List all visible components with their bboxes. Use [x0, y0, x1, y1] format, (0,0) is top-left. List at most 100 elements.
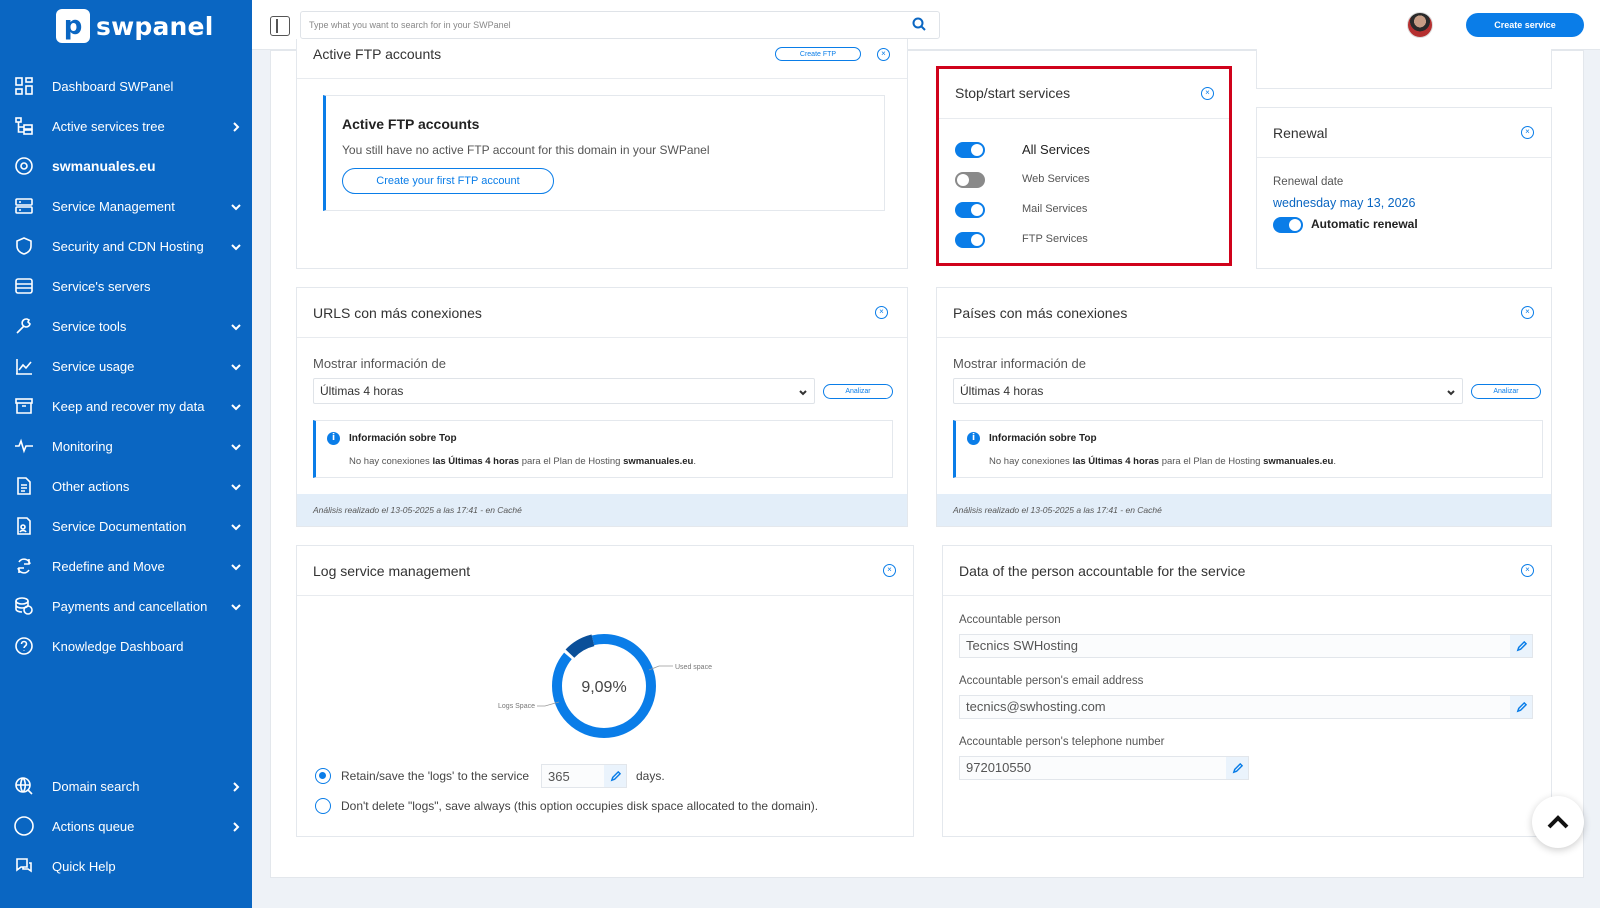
select-value: Últimas 4 horas — [960, 384, 1044, 398]
main-content: Active FTP accounts Create FTP × Active … — [270, 39, 1584, 878]
toggle-all-services[interactable] — [955, 142, 985, 158]
accountable-email-field[interactable]: tecnics@swhosting.com — [959, 695, 1533, 719]
sidebar-item-payments[interactable]: Payments and cancellation — [0, 586, 252, 626]
chevron-right-icon — [230, 820, 242, 832]
chevron-down-icon — [230, 200, 242, 212]
edit-icon[interactable] — [1510, 635, 1532, 657]
close-icon[interactable]: × — [875, 306, 888, 319]
server-icon — [14, 196, 34, 216]
all-services-label: All Services — [1022, 142, 1090, 157]
help-icon — [14, 636, 34, 656]
chevron-down-icon — [230, 360, 242, 372]
close-icon[interactable]: × — [1521, 306, 1534, 319]
search-input[interactable]: Type what you want to search for in your… — [300, 11, 940, 39]
accountable-email-label: Accountable person's email address — [959, 675, 1144, 687]
ftp-card-title: Active FTP accounts — [313, 46, 442, 62]
renewal-card: Renewal × Renewal date wednesday may 13,… — [1256, 107, 1552, 269]
log-management-card: Log service management × 9,09% Used spac… — [296, 545, 914, 837]
sidebar-item-label: Service's servers — [52, 278, 151, 294]
usage-donut-chart: 9,09% Used space Logs Space — [498, 633, 712, 739]
toggle-ftp-services[interactable] — [955, 232, 985, 248]
sidebar-item-service-tools[interactable]: Service tools — [0, 306, 252, 346]
refresh-icon — [14, 556, 34, 576]
dashboard-icon — [14, 76, 34, 96]
close-icon[interactable]: × — [1201, 87, 1214, 100]
swpanel-logo[interactable]: p swpanel — [56, 8, 213, 44]
chevron-right-icon — [230, 120, 242, 132]
sidebar-item-label: Quick Help — [52, 858, 116, 874]
chevron-down-icon — [1446, 387, 1456, 397]
close-icon[interactable]: × — [883, 564, 896, 577]
sidebar-item-label: Redefine and Move — [52, 558, 165, 574]
sidebar-item-other-actions[interactable]: Other actions — [0, 466, 252, 506]
sidebar-item-label: Dashboard SWPanel — [52, 78, 174, 94]
sidebar-item-service-documentation[interactable]: Service Documentation — [0, 506, 252, 546]
sidebar-item-label: Service usage — [52, 358, 135, 374]
toggle-mail-services[interactable] — [955, 202, 985, 218]
sidebar-item-service-management[interactable]: Service Management — [0, 186, 252, 226]
renewal-date-value: wednesday may 13, 2026 — [1273, 196, 1416, 210]
sidebar-item-service-usage[interactable]: Service usage — [0, 346, 252, 386]
accountable-person-value: Tecnics SWHosting — [966, 638, 1078, 653]
chevron-down-icon — [230, 320, 242, 332]
sidebar-item-active-services-tree[interactable]: Active services tree — [0, 106, 252, 146]
edit-icon[interactable] — [1226, 757, 1248, 779]
chevron-down-icon — [230, 600, 242, 612]
ftp-card: Active FTP accounts Create FTP × Active … — [296, 39, 908, 269]
edit-icon[interactable] — [604, 765, 626, 787]
sidebar-item-actions-queue[interactable]: Actions queue — [0, 806, 252, 846]
sidebar-item-label: Monitoring — [52, 438, 113, 454]
urls-period-select[interactable]: Últimas 4 horas — [313, 378, 815, 404]
accountable-person-field[interactable]: Tecnics SWHosting — [959, 634, 1533, 658]
info-text: No hay conexiones las Últimas 4 horas pa… — [349, 456, 696, 467]
never-delete-logs-radio[interactable] — [315, 798, 331, 814]
collapse-sidebar-button[interactable] — [270, 16, 290, 36]
never-delete-logs-label: Don't delete "logs", save always (this o… — [341, 799, 819, 813]
create-first-ftp-button[interactable]: Create your first FTP account — [342, 168, 554, 194]
toggle-automatic-renewal[interactable] — [1273, 217, 1303, 233]
sidebar-item-domain[interactable]: swmanuales.eu — [0, 146, 252, 186]
toggle-web-services[interactable] — [955, 172, 985, 188]
select-value: Últimas 4 horas — [320, 384, 404, 398]
sidebar-item-quick-help[interactable]: Quick Help — [0, 846, 252, 886]
tools-icon — [14, 316, 34, 336]
stop-start-card: Stop/start services × All Services Web S… — [936, 66, 1232, 266]
web-services-label: Web Services — [1022, 173, 1090, 185]
accountable-phone-field[interactable]: 972010550 — [959, 756, 1249, 780]
scroll-to-top-button[interactable] — [1532, 796, 1584, 848]
close-icon[interactable]: × — [1521, 126, 1534, 139]
sidebar-item-redefine-move[interactable]: Redefine and Move — [0, 546, 252, 586]
coins-icon — [14, 596, 34, 616]
stop-start-title: Stop/start services — [955, 85, 1071, 101]
sidebar-item-label: Service tools — [52, 318, 127, 334]
sidebar-item-keep-recover[interactable]: Keep and recover my data — [0, 386, 252, 426]
sidebar-item-dashboard[interactable]: Dashboard SWPanel — [0, 66, 252, 106]
chat-icon — [14, 856, 34, 876]
sidebar-item-monitoring[interactable]: Monitoring — [0, 426, 252, 466]
edit-icon[interactable] — [1510, 696, 1532, 718]
chevron-up-icon — [1547, 815, 1569, 829]
globe-icon — [14, 156, 34, 176]
search-icon[interactable] — [912, 17, 926, 31]
sidebar-item-knowledge[interactable]: Knowledge Dashboard — [0, 626, 252, 666]
close-icon[interactable]: × — [877, 48, 890, 61]
sidebar-item-label: Service Documentation — [52, 518, 187, 534]
close-icon[interactable]: × — [1521, 564, 1534, 577]
sidebar-item-domain-search[interactable]: Domain search — [0, 766, 252, 806]
sidebar-item-servers[interactable]: Service's servers — [0, 266, 252, 306]
avatar[interactable] — [1407, 12, 1433, 38]
sidebar-item-security[interactable]: Security and CDN Hosting — [0, 226, 252, 266]
countries-period-select[interactable]: Últimas 4 horas — [953, 378, 1463, 404]
logs-space-label: Logs Space — [498, 703, 535, 710]
info-icon: i — [327, 432, 340, 445]
countries-footnote: Análisis realizado el 13-05-2025 a las 1… — [937, 494, 1551, 526]
countries-info-box: i Información sobre Top No hay conexione… — [953, 420, 1543, 478]
analyze-button[interactable]: Analizar — [1471, 384, 1541, 399]
logo-mark: p — [56, 9, 90, 43]
accountable-phone-label: Accountable person's telephone number — [959, 736, 1165, 748]
retain-logs-radio[interactable] — [315, 768, 331, 784]
create-ftp-button[interactable]: Create FTP — [775, 47, 861, 61]
create-service-button[interactable]: Create service — [1466, 13, 1584, 37]
analyze-button[interactable]: Analizar — [823, 384, 893, 399]
retain-days-input[interactable]: 365 — [541, 764, 627, 788]
